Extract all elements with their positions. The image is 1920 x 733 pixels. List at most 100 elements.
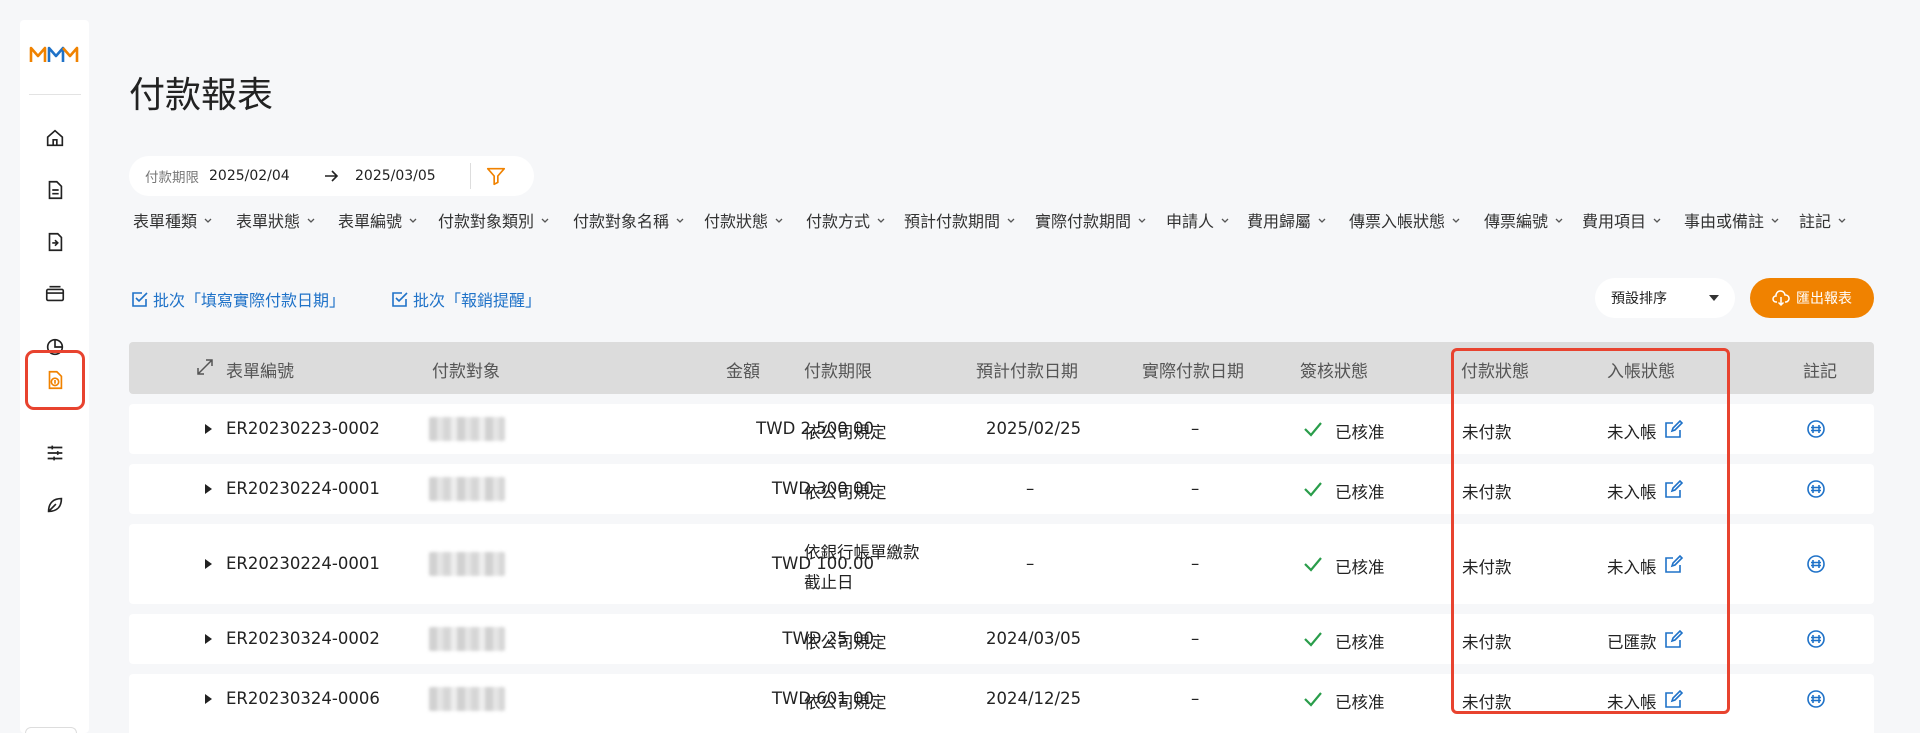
filter-planned-period[interactable]: 預計付款期間 bbox=[904, 208, 1035, 232]
column-header-post-status[interactable]: 入帳狀態 bbox=[1607, 357, 1675, 382]
edit-icon[interactable] bbox=[1664, 689, 1684, 709]
nav-form-submit[interactable] bbox=[35, 222, 75, 262]
table-row[interactable]: ER20230223-0002 TWD 2,500.00 依公司規定 2025/… bbox=[129, 404, 1874, 454]
filter-voucher-number[interactable]: 傳票編號 bbox=[1484, 208, 1582, 232]
note-tag-icon[interactable] bbox=[1806, 554, 1826, 574]
sidebar bbox=[20, 20, 89, 733]
sort-select[interactable]: 預設排序 bbox=[1595, 278, 1735, 318]
sidebar-divider bbox=[29, 94, 81, 95]
chevron-down-icon bbox=[409, 218, 417, 223]
expand-row-icon[interactable] bbox=[205, 694, 212, 704]
expand-row-icon[interactable] bbox=[205, 634, 212, 644]
check-icon bbox=[1304, 422, 1322, 437]
filter-label: 付款方式 bbox=[806, 212, 871, 231]
filter-payment-status[interactable]: 付款狀態 bbox=[704, 208, 806, 232]
filter-icon[interactable] bbox=[485, 165, 507, 187]
nav-home[interactable] bbox=[35, 118, 75, 158]
check-icon bbox=[1304, 692, 1322, 707]
filter-payee-name[interactable]: 付款對象名稱 bbox=[573, 208, 704, 232]
date-range-filter[interactable]: 付款期限 2025/02/04 2025/03/05 bbox=[129, 156, 534, 196]
cell-post-status: 已匯款 bbox=[1607, 633, 1657, 652]
expand-row-icon[interactable] bbox=[205, 559, 212, 569]
chevron-down-icon bbox=[1452, 218, 1460, 223]
chevron-down-icon bbox=[1221, 218, 1229, 223]
check-icon bbox=[1304, 557, 1322, 572]
filter-applicant[interactable]: 申請人 bbox=[1166, 208, 1247, 232]
cell-post-status: 未入帳 bbox=[1607, 423, 1657, 442]
cell-pay-status: 未付款 bbox=[1462, 693, 1512, 712]
expand-row-icon[interactable] bbox=[205, 484, 212, 494]
table-row[interactable]: ER20230224-0001 TWD 300.00 依公司規定 – – 已核准… bbox=[129, 464, 1874, 514]
cell-form-no[interactable]: ER20230223-0002 bbox=[226, 419, 380, 438]
table-row[interactable]: ER20230324-0002 TWD 25.00 依公司規定 2024/03/… bbox=[129, 614, 1874, 664]
cell-post-status: 未入帳 bbox=[1607, 483, 1657, 502]
cell-form-no[interactable]: ER20230324-0002 bbox=[226, 629, 380, 648]
filter-form-status[interactable]: 表單狀態 bbox=[236, 208, 338, 232]
chevron-down-icon bbox=[1318, 218, 1326, 223]
column-header-due[interactable]: 付款期限 bbox=[804, 357, 872, 382]
filter-cost-allocation[interactable]: 費用歸屬 bbox=[1247, 208, 1349, 232]
cell-actual-date: – bbox=[1191, 419, 1200, 438]
batch-fill-pay-date-link[interactable]: 批次「填寫實際付款日期」 bbox=[131, 287, 345, 311]
nav-eco[interactable] bbox=[35, 485, 75, 525]
date-range-label: 付款期限 bbox=[145, 170, 199, 186]
nav-payment-report[interactable] bbox=[25, 350, 85, 410]
cell-form-no[interactable]: ER20230224-0001 bbox=[226, 554, 380, 573]
cell-form-no[interactable]: ER20230224-0001 bbox=[226, 479, 380, 498]
expand-row-icon[interactable] bbox=[205, 424, 212, 434]
edit-icon[interactable] bbox=[1664, 419, 1684, 439]
batch-reminder-link[interactable]: 批次「報銷提醒」 bbox=[391, 287, 541, 311]
cell-planned-date: – bbox=[1026, 554, 1035, 573]
nav-cards[interactable] bbox=[35, 274, 75, 314]
filter-expense-item[interactable]: 費用項目 bbox=[1582, 208, 1684, 232]
filter-label: 表單編號 bbox=[338, 212, 403, 231]
cell-actual-date: – bbox=[1191, 554, 1200, 573]
expand-icon[interactable] bbox=[196, 358, 214, 376]
edit-icon[interactable] bbox=[1664, 479, 1684, 499]
filter-note[interactable]: 註記 bbox=[1799, 208, 1849, 232]
filter-payee-category[interactable]: 付款對象類別 bbox=[438, 208, 573, 232]
note-tag-icon[interactable] bbox=[1806, 419, 1826, 439]
cell-post-status: 未入帳 bbox=[1607, 693, 1657, 712]
cell-approval: 已核准 bbox=[1335, 423, 1385, 442]
filter-reason-remark[interactable]: 事由或備註 bbox=[1684, 208, 1799, 232]
date-end-input[interactable]: 2025/03/05 bbox=[355, 168, 470, 184]
column-header-note[interactable]: 註記 bbox=[1803, 357, 1837, 382]
edit-icon[interactable] bbox=[1664, 554, 1684, 574]
column-header-pay-status[interactable]: 付款狀態 bbox=[1461, 357, 1529, 382]
table-row[interactable]: ER20230324-0006 TWD 601.00 依公司規定 2024/12… bbox=[129, 674, 1874, 733]
column-header-amount[interactable]: 金額 bbox=[726, 357, 760, 382]
chevron-down-icon bbox=[1007, 218, 1015, 223]
filter-label: 註記 bbox=[1799, 212, 1832, 231]
cell-form-no[interactable]: ER20230324-0006 bbox=[226, 689, 380, 708]
checkbox-edit-icon bbox=[132, 292, 148, 307]
filter-payment-method[interactable]: 付款方式 bbox=[806, 208, 904, 232]
filter-form-number[interactable]: 表單編號 bbox=[338, 208, 438, 232]
table-row[interactable]: ER20230224-0001 TWD 100.00 依銀行帳單繳款 截止日 –… bbox=[129, 524, 1874, 604]
column-header-payee[interactable]: 付款對象 bbox=[432, 357, 500, 382]
nav-documents[interactable] bbox=[35, 170, 75, 210]
nav-settings[interactable] bbox=[35, 433, 75, 473]
payment-document-icon bbox=[48, 370, 63, 390]
export-report-button[interactable]: 匯出報表 bbox=[1750, 278, 1874, 318]
filter-actual-period[interactable]: 實際付款期間 bbox=[1035, 208, 1166, 232]
chevron-down-icon bbox=[1838, 218, 1846, 223]
cell-due: 依公司規定 bbox=[804, 423, 887, 442]
column-header-actual-date[interactable]: 實際付款日期 bbox=[1142, 357, 1244, 382]
filter-form-type[interactable]: 表單種類 bbox=[133, 208, 236, 232]
note-tag-icon[interactable] bbox=[1806, 629, 1826, 649]
cell-pay-status: 未付款 bbox=[1462, 558, 1512, 577]
edit-icon[interactable] bbox=[1664, 629, 1684, 649]
filter-voucher-status[interactable]: 傳票入帳狀態 bbox=[1349, 208, 1484, 232]
note-tag-icon[interactable] bbox=[1806, 479, 1826, 499]
column-header-planned-date[interactable]: 預計付款日期 bbox=[976, 357, 1078, 382]
payee-redacted bbox=[429, 417, 505, 441]
sidebar-bottom-tab[interactable] bbox=[25, 727, 77, 733]
note-tag-icon[interactable] bbox=[1806, 689, 1826, 709]
cell-actual-date: – bbox=[1191, 629, 1200, 648]
cell-planned-date: 2024/12/25 bbox=[986, 689, 1082, 708]
cell-post-status: 未入帳 bbox=[1607, 558, 1657, 577]
column-header-form-no[interactable]: 表單編號 bbox=[226, 357, 294, 382]
column-header-approval[interactable]: 簽核狀態 bbox=[1300, 357, 1368, 382]
date-start-input[interactable]: 2025/02/04 bbox=[209, 168, 321, 184]
